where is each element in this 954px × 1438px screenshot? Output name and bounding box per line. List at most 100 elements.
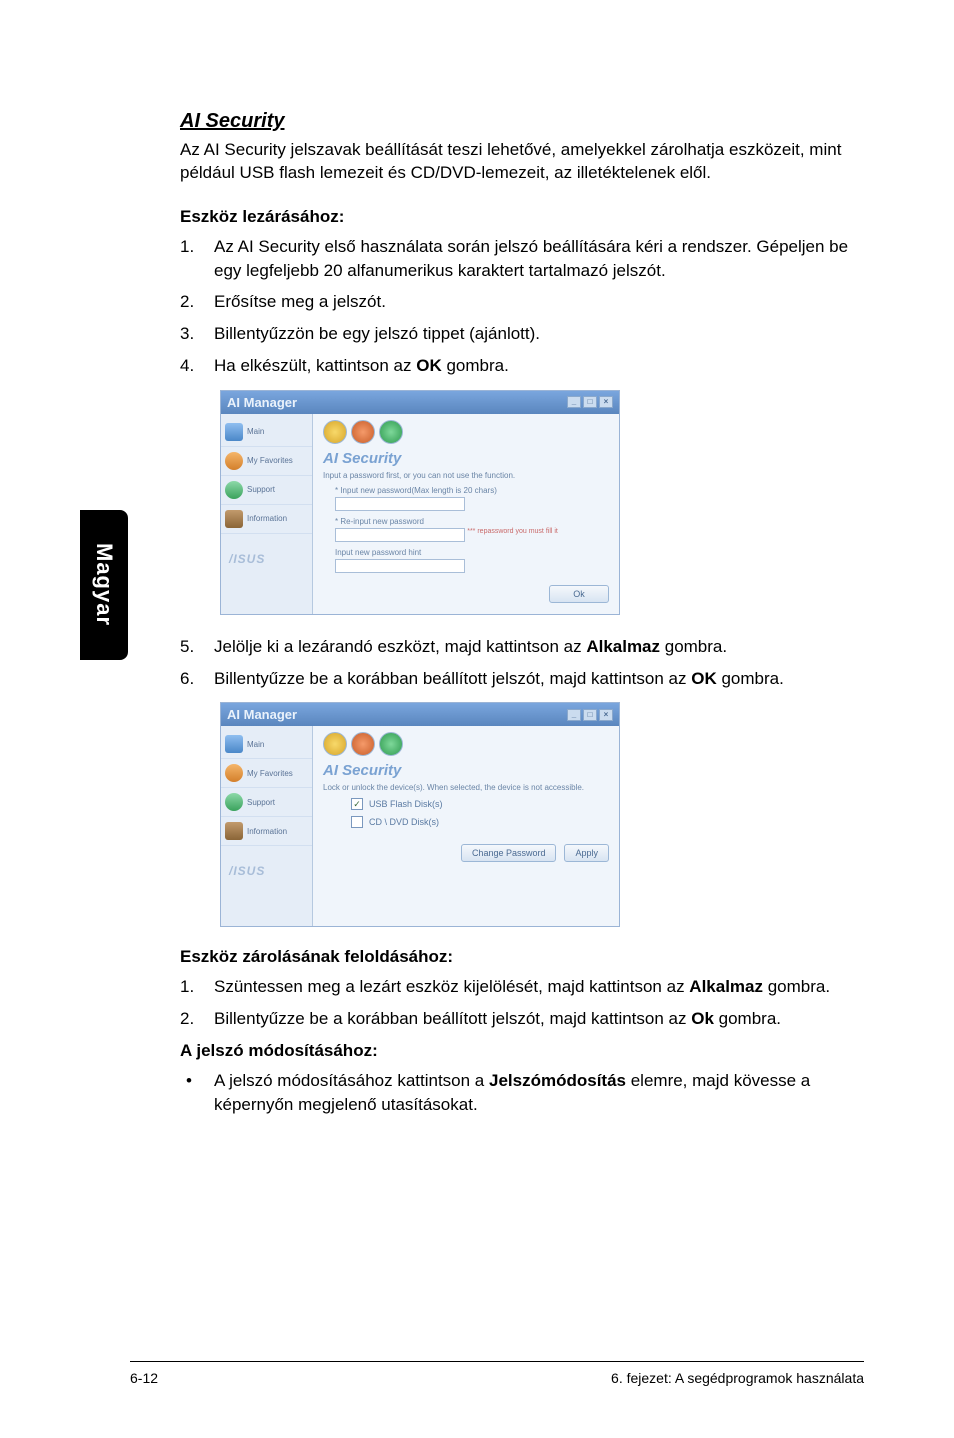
step-text: Billentyűzzön be egy jelszó tippet (aján… [214,322,540,346]
step-1: 1. Az AI Security első használata során … [180,235,864,283]
step-3: 3. Billentyűzzön be egy jelszó tippet (a… [180,322,864,346]
window-body: Main My Favorites Support Information /I… [221,414,619,614]
sidebar: Main My Favorites Support Information /I… [221,726,313,926]
check-label: CD \ DVD Disk(s) [369,817,439,827]
sidebar-item-favorites[interactable]: My Favorites [221,759,312,788]
apply-button[interactable]: Apply [564,844,609,862]
lock-steps-list-cont: 5. Jelölje ki a lezárandó eszközt, majd … [180,635,864,691]
ok-button[interactable]: Ok [549,585,609,603]
brand-logo: /ISUS [221,846,312,884]
bullet-text: A jelszó módosításához kattintson a Jels… [214,1069,864,1117]
checkbox-unchecked-icon[interactable] [351,816,363,828]
repassword-hint: *** repassword you must fill it [467,528,558,535]
repassword-input[interactable] [335,528,465,542]
maximize-icon[interactable]: □ [583,396,597,408]
step-text: Erősítse meg a jelszót. [214,290,386,314]
page-number: 6-12 [130,1370,158,1386]
password-field-group: * Input new password(Max length is 20 ch… [335,486,609,513]
sidebar-item-support[interactable]: Support [221,476,312,505]
side-language-tab: Magyar [80,510,128,660]
minimize-icon[interactable]: _ [567,396,581,408]
step-4: 4. Ha elkészült, kattintson az OK gombra… [180,354,864,378]
bullet-icon: • [180,1069,214,1117]
step-num: 6. [180,667,214,691]
step-text: Billentyűzze be a korábban beállított je… [214,1007,781,1031]
step-text: Ha elkészült, kattintson az OK gombra. [214,354,509,378]
toolbar-icon-2[interactable] [351,420,375,444]
step-num: 4. [180,354,214,378]
step-text: Jelölje ki a lezárandó eszközt, majd kat… [214,635,727,659]
window-title: AI Manager [227,395,297,410]
monitor-icon [225,735,243,753]
sidebar-item-favorites[interactable]: My Favorites [221,447,312,476]
toolbar-icon-3[interactable] [379,732,403,756]
step-num: 2. [180,1007,214,1031]
toolbar-icon-2[interactable] [351,732,375,756]
sidebar-item-information[interactable]: Information [221,505,312,534]
sidebar-item-support[interactable]: Support [221,788,312,817]
unlock-steps-list: 1. Szüntessen meg a lezárt eszköz kijelö… [180,975,864,1031]
maximize-icon[interactable]: □ [583,709,597,721]
changepw-bullet: • A jelszó módosításához kattintson a Je… [180,1069,864,1117]
repassword-label: * Re-input new password [335,517,609,526]
close-icon[interactable]: × [599,396,613,408]
panel-heading: AI Security [323,450,609,467]
hint-input[interactable] [335,559,465,573]
unlock-subhead: Eszköz zárolásának feloldásához: [180,947,864,967]
chart-icon [225,510,243,528]
check-label: USB Flash Disk(s) [369,799,443,809]
intro-paragraph: Az AI Security jelszavak beállítását tes… [180,139,864,185]
panel-description: Lock or unlock the device(s). When selec… [323,783,609,792]
panel-description: Input a password first, or you can not u… [323,471,609,480]
minimize-icon[interactable]: _ [567,709,581,721]
step-6: 6. Billentyűzze be a korábban beállított… [180,667,864,691]
close-icon[interactable]: × [599,709,613,721]
page-content: AI Security Az AI Security jelszavak beá… [0,0,954,1185]
footer-line: 6-12 6. fejezet: A segédprogramok haszná… [130,1361,864,1386]
panel-heading: AI Security [323,762,609,779]
star-icon [225,764,243,782]
sidebar-item-information[interactable]: Information [221,817,312,846]
toolbar-icon-3[interactable] [379,420,403,444]
toolbar-icon-1[interactable] [323,732,347,756]
window-titlebar: AI Manager _ □ × [221,703,619,726]
changepw-bullets: • A jelszó módosításához kattintson a Je… [180,1069,864,1117]
section-title: AI Security [180,110,864,133]
window-buttons: _ □ × [567,709,613,721]
toolbar [323,732,609,756]
main-panel: AI Security Input a password first, or y… [313,414,619,614]
main-panel: AI Security Lock or unlock the device(s)… [313,726,619,926]
password-input[interactable] [335,497,465,511]
step-text: Az AI Security első használata során jel… [214,235,864,283]
screenshot-ai-security-devices: AI Manager _ □ × Main My Favorites Su [220,702,620,927]
window-titlebar: AI Manager _ □ × [221,391,619,414]
globe-icon [225,793,243,811]
window-body: Main My Favorites Support Information /I… [221,726,619,926]
step-num: 5. [180,635,214,659]
lock-steps-list: 1. Az AI Security első használata során … [180,235,864,378]
changepw-subhead: A jelszó módosításához: [180,1041,864,1061]
checkbox-checked-icon[interactable]: ✓ [351,798,363,810]
check-usb[interactable]: ✓ USB Flash Disk(s) [351,798,609,810]
toolbar [323,420,609,444]
step-num: 1. [180,975,214,999]
toolbar-icon-1[interactable] [323,420,347,444]
globe-icon [225,481,243,499]
step-5: 5. Jelölje ki a lezárandó eszközt, majd … [180,635,864,659]
button-row: Change Password Apply [323,844,609,862]
window-buttons: _ □ × [567,396,613,408]
change-password-button[interactable]: Change Password [461,844,557,862]
chart-icon [225,822,243,840]
sidebar-item-main[interactable]: Main [221,730,312,759]
step-text: Billentyűzze be a korábban beállított je… [214,667,784,691]
sidebar-item-main[interactable]: Main [221,418,312,447]
step-num: 2. [180,290,214,314]
check-cddvd[interactable]: CD \ DVD Disk(s) [351,816,609,828]
step-text: Szüntessen meg a lezárt eszköz kijelölés… [214,975,830,999]
hint-field-group: Input new password hint [335,548,609,575]
page-footer: 6-12 6. fejezet: A segédprogramok haszná… [0,1361,954,1386]
unlock-step-2: 2. Billentyűzze be a korábban beállított… [180,1007,864,1031]
brand-logo: /ISUS [221,534,312,572]
sidebar: Main My Favorites Support Information /I… [221,414,313,614]
star-icon [225,452,243,470]
